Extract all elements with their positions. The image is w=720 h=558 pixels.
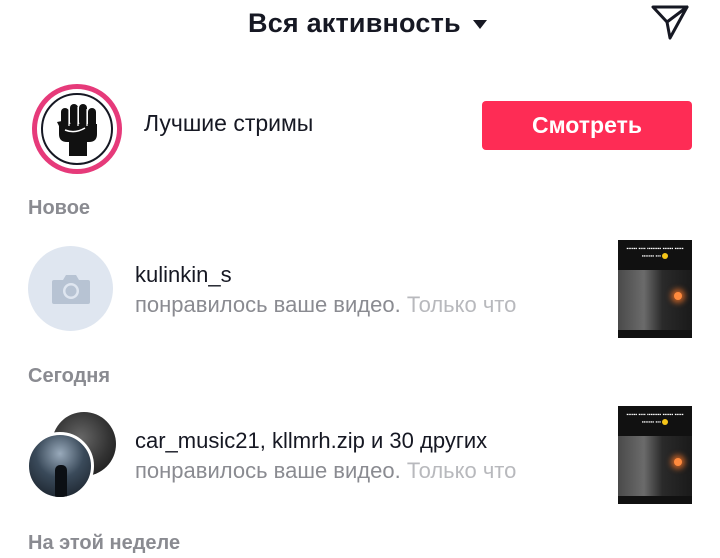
section-title-new: Новое [28,197,91,219]
notification-item[interactable]: car_music21, kllmrh.zip и 30 других понр… [0,406,720,512]
watch-button[interactable]: Смотреть [482,101,692,150]
video-thumbnail[interactable]: ▪▪▪▪▪▪ ▪▪▪▪ ▪▪▪▪▪▪▪▪ ▪▪▪▪▪▪ ▪▪▪▪▪ ▪▪▪▪▪▪… [618,240,692,338]
others-link[interactable]: 30 других [389,428,487,453]
live-streams-label: Лучшие стримы [144,110,314,136]
page-title: Вся активность [248,7,461,38]
section-title-this-week: На этой неделе [28,532,181,554]
notification-action: понравилось ваше видео. [135,458,401,483]
live-avatar[interactable] [32,84,122,174]
notification-time: Только что [406,292,517,317]
notification-username[interactable]: kllmrh.zip [272,428,365,453]
notification-action: понравилось ваше видео. [135,292,401,317]
notification-item[interactable]: kulinkin_s понравилось ваше видео. Тольк… [0,240,720,346]
header: Вся активность [0,0,720,48]
notification-username[interactable]: car_music21 [135,428,260,453]
avatar [26,432,94,500]
live-streams-row: Лучшие стримы Смотреть [0,84,720,180]
caret-down-icon [472,20,487,29]
notification-username[interactable]: kulinkin_s [135,262,232,288]
group-avatar[interactable] [26,412,116,502]
section-title-today: Сегодня [28,365,111,387]
notification-time: Только что [406,458,517,483]
raised-fist-icon [57,104,97,156]
camera-icon [51,274,90,304]
video-thumbnail[interactable]: ▪▪▪▪▪▪ ▪▪▪▪ ▪▪▪▪▪▪▪▪ ▪▪▪▪▪▪ ▪▪▪▪▪ ▪▪▪▪▪▪… [618,406,692,504]
paper-plane-icon[interactable] [650,3,690,41]
avatar[interactable] [28,246,113,331]
activity-filter-dropdown[interactable]: Вся активность [248,5,487,41]
notification-usernames: car_music21, kllmrh.zip и 30 других [135,428,488,453]
